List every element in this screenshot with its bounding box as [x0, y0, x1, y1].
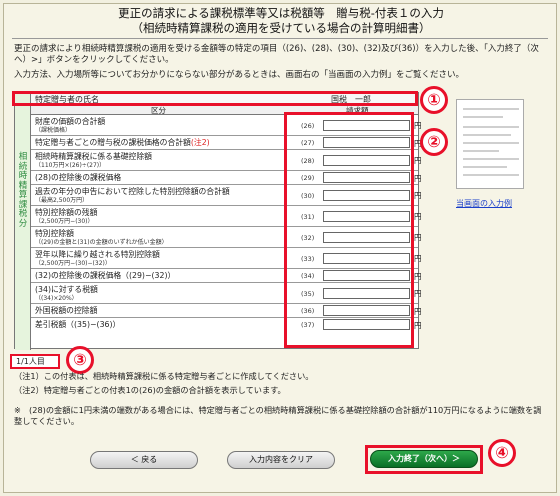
- row-label: 相続時精算課税に係る基礎控除額: [35, 152, 152, 161]
- input-example-link[interactable]: 当画面の入力例: [456, 198, 536, 209]
- row-label: 差引税額（(35)−(36)）: [35, 320, 121, 329]
- title-divider: [12, 38, 548, 39]
- row-label: (28)の控除後の課税価格: [35, 173, 122, 182]
- callout-1: ①: [420, 86, 448, 114]
- callout-4: ④: [488, 439, 516, 467]
- callout-2: ②: [420, 128, 448, 156]
- row-sublabel: （(34)×20%）: [35, 295, 78, 302]
- row-sublabel: （最高2,500万円）: [35, 197, 89, 204]
- yen-unit: 円: [414, 233, 422, 242]
- thumbnail-line: [463, 142, 519, 144]
- row-sublabel: （2,500万円−(30)−(32)）: [35, 260, 111, 267]
- highlight-amount-column: [284, 112, 414, 348]
- row-note-link: (注2): [190, 138, 210, 147]
- row-sublabel: （課税価格）: [35, 127, 72, 134]
- thumbnail-line: [463, 158, 519, 160]
- page-frame: 更正の請求による課税標準等又は税額等 贈与税-付表１の入力 （相続時精算課税の適…: [3, 3, 557, 493]
- section-side-band: 相続時精算課税分: [15, 93, 31, 350]
- thumbnail-line: [463, 166, 507, 168]
- yen-unit: 円: [414, 254, 422, 263]
- intro-instruction: 更正の請求により相続時精算課税の適用を受ける金額等の特定の項目（(26)、(28…: [14, 44, 539, 65]
- page-title: 更正の請求による課税標準等又は税額等 贈与税-付表１の入力 （相続時精算課税の適…: [4, 6, 558, 36]
- finish-next-button[interactable]: 入力終了（次へ）＞: [370, 450, 478, 468]
- yen-unit: 円: [414, 191, 422, 200]
- note-3: ※ (28)の金額に1円未満の端数がある場合には、特定贈与者ごとの相続時精算課税…: [14, 405, 542, 426]
- clear-input-button[interactable]: 入力内容をクリア: [227, 451, 335, 469]
- yen-unit: 円: [414, 212, 422, 221]
- yen-unit: 円: [414, 307, 422, 316]
- input-example-thumbnail[interactable]: [456, 99, 524, 189]
- page-counter: 1/1人目: [10, 354, 60, 369]
- thumbnail-line: [463, 116, 503, 118]
- yen-unit: 円: [414, 121, 422, 130]
- callout-3: ③: [66, 346, 94, 374]
- row-sublabel: （(29)の金額と(31)の金額のいずれか低い金額）: [35, 239, 168, 246]
- thumbnail-line: [463, 134, 511, 136]
- section-side-label: 相続時精算課税分: [18, 152, 28, 229]
- yen-unit: 円: [414, 272, 422, 281]
- highlight-donor-name: [12, 91, 418, 106]
- intro-help-text: 入力方法、入力場所等についてお分かりにならない部分があるときは、画面右の「当画面…: [14, 70, 464, 80]
- yen-unit: 円: [414, 289, 422, 298]
- thumbnail-line: [463, 174, 519, 176]
- note-2: （注2）特定贈与者ごとの付表1の(26)の金額の合計額を表示しています。: [14, 385, 286, 395]
- row-sublabel: （2,500万円−(30)）: [35, 218, 94, 225]
- row-label: (34)に対する税額: [35, 285, 98, 294]
- row-label: (32)の控除後の課税価格（(29)−(32)）: [35, 271, 176, 280]
- row-label: 外国税額の控除額: [35, 306, 98, 315]
- row-label: 翌年以降に繰り越される特別控除額: [35, 250, 160, 259]
- row-label: 特定贈与者ごとの贈与税の課税価格の合計額: [35, 138, 191, 147]
- yen-unit: 円: [414, 321, 422, 330]
- yen-unit: 円: [414, 174, 422, 183]
- row-sublabel: （110万円×(26)÷(27)）: [35, 162, 106, 169]
- row-label: 特別控除額: [35, 229, 74, 238]
- row-label: 過去の年分の申告において控除した特別控除額の合計額: [35, 187, 230, 196]
- thumbnail-line: [463, 108, 519, 110]
- yen-unit: 円: [414, 156, 422, 165]
- row-label: 財産の価額の合計額: [35, 117, 106, 126]
- page-title-line1: 更正の請求による課税標準等又は税額等 贈与税-付表１の入力: [118, 6, 444, 20]
- note-1: （注1）この付表は、相続時精算課税に係る特定贈与者ごとに作成してください。: [14, 371, 314, 381]
- page-title-line2: （相続時精算課税の適用を受けている場合の計算明細書）: [131, 21, 431, 35]
- thumbnail-line: [463, 150, 499, 152]
- row-label: 特別控除額の残額: [35, 208, 98, 217]
- thumbnail-line: [463, 126, 519, 128]
- back-button[interactable]: ＜ 戻る: [90, 451, 198, 469]
